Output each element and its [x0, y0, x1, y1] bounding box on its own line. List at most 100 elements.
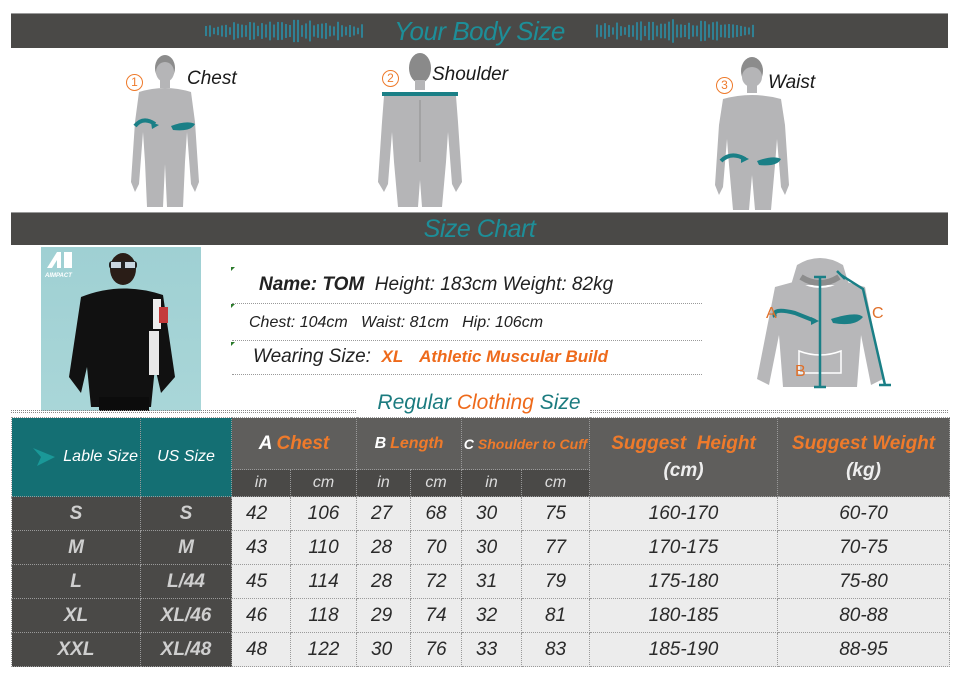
shoulder-in-cell: 30 [461, 530, 523, 565]
bullet-marker [231, 267, 235, 271]
chest-cm-cell: 114 [290, 564, 357, 599]
shoulder-in-cell: 31 [461, 564, 523, 599]
header-weight: Suggest Weight (kg) [777, 417, 951, 497]
chest-cm-cell: 122 [290, 632, 357, 667]
chest-cm-cell: 106 [290, 496, 357, 531]
waveform-icon [596, 19, 754, 43]
shoulder-letter: C [463, 435, 474, 452]
divider [232, 303, 702, 304]
suggest-height-cell: 180-185 [589, 598, 779, 633]
label-size-text: Lable Size [63, 448, 138, 466]
shoulder-cm-cell: 77 [521, 530, 591, 565]
hoodie-icon [757, 258, 891, 389]
diagram-label-c: C [872, 305, 884, 322]
size-label-cell: L [11, 564, 141, 599]
chest-cm-cell: 110 [290, 530, 357, 565]
length-letter: B [374, 434, 387, 452]
height-weight: Height: 183cm Weight: 82kg [374, 274, 614, 295]
diagram-label-a: A [766, 305, 777, 322]
unit-cm: cm [521, 469, 591, 497]
shoulder-label: Shoulder [432, 64, 509, 85]
suggest-weight-cell: 75-80 [777, 564, 951, 599]
shoulder-in-cell: 33 [461, 632, 523, 667]
size-label-cell: XXL [11, 632, 141, 667]
subheading-regular: Regular [377, 391, 451, 414]
height-unit: (cm) [663, 460, 704, 481]
bullet-marker [231, 342, 235, 346]
diagram-label-b: B [795, 363, 806, 380]
table-row: M M 43 110 28 70 30 77 170-175 70-75 [11, 530, 951, 565]
divider [232, 340, 702, 341]
suggest-height-cell: 175-180 [589, 564, 779, 599]
subheading-size: Size [539, 391, 581, 414]
unit-in: in [231, 469, 291, 497]
arrow-icon [33, 448, 56, 466]
weight-text: Suggest Weight [791, 433, 936, 454]
weight-unit: (kg) [846, 460, 881, 481]
header-height: Suggest Height (cm) [589, 417, 779, 497]
us-size-cell: M [140, 530, 232, 565]
length-in-cell: 28 [356, 530, 411, 565]
unit-cm: cm [290, 469, 357, 497]
model-name: TOM [322, 274, 365, 295]
wearing-size-line: Wearing Size: XL Athletic Muscular Build [253, 346, 608, 368]
length-cm-cell: 74 [409, 598, 463, 633]
chest-in-cell: 45 [231, 564, 291, 599]
shoulder-in-cell: 30 [461, 496, 523, 531]
size-chart-title: Size Chart [423, 214, 536, 243]
model-measurements: Chest: 104cm Waist: 81cm Hip: 106cm [249, 314, 544, 331]
suggest-weight-cell: 88-95 [777, 632, 951, 667]
shoulder-text: Shoulder to Cuff [477, 435, 588, 452]
suggest-height-cell: 185-190 [589, 632, 779, 667]
shoulder-in-cell: 32 [461, 598, 523, 633]
chest-in-cell: 48 [231, 632, 291, 667]
chest-letter: A [258, 432, 273, 454]
build-type: Athletic Muscular Build [419, 347, 608, 366]
length-text: Length [390, 434, 444, 452]
shoulder-measure-figure: 2 Shoulder [370, 52, 530, 210]
header-chest: A Chest [231, 417, 357, 470]
us-size-cell: XL/46 [140, 598, 232, 633]
waveform-icon [205, 19, 363, 43]
suggest-height-cell: 160-170 [589, 496, 779, 531]
length-in-cell: 29 [356, 598, 411, 633]
badge-2: 2 [382, 70, 399, 87]
size-label-cell: S [11, 496, 141, 531]
length-cm-cell: 72 [409, 564, 463, 599]
suggest-weight-cell: 60-70 [777, 496, 951, 531]
length-in-cell: 27 [356, 496, 411, 531]
length-cm-cell: 76 [409, 632, 463, 667]
table-row: XL XL/46 46 118 29 74 32 81 180-185 80-88 [11, 598, 951, 633]
size-label-cell: M [11, 530, 141, 565]
header-us-size: US Size [140, 417, 232, 497]
us-size-cell: XL/48 [140, 632, 232, 667]
waist-measure-figure: 3 Waist [705, 55, 855, 213]
suggest-height-cell: 170-175 [589, 530, 779, 565]
wearing-label: Wearing Size: [253, 346, 371, 367]
regular-clothing-size-heading: Regular Clothing Size [0, 391, 958, 415]
size-label-cell: XL [11, 598, 141, 633]
length-cm-cell: 70 [409, 530, 463, 565]
unit-in: in [461, 469, 523, 497]
header-length: B Length [355, 417, 463, 470]
badge-3: 3 [716, 77, 733, 94]
table-row: L L/44 45 114 28 72 31 79 175-180 75-80 [11, 564, 951, 599]
length-cm-cell: 68 [409, 496, 463, 531]
us-size-cell: L/44 [140, 564, 232, 599]
unit-in: in [356, 469, 411, 497]
height-text: Suggest Height [611, 433, 756, 454]
table-row: XXL XL/48 48 122 30 76 33 83 185-190 88-95 [11, 632, 951, 667]
size-chart-banner: Size Chart [11, 212, 948, 245]
name-label: Name: [259, 274, 318, 295]
divider [232, 374, 702, 375]
shoulder-cm-cell: 75 [521, 496, 591, 531]
unit-cm: cm [409, 469, 463, 497]
chest-label: Chest [187, 68, 237, 89]
waist-label: Waist [768, 72, 816, 93]
chest-in-cell: 42 [231, 496, 291, 531]
size-table: Lable Size US Size A Chest B Length C Shoul… [11, 417, 951, 667]
chest-in-cell: 46 [231, 598, 291, 633]
hoodie-diagram: A B C [745, 255, 895, 395]
shoulder-cm-cell: 81 [521, 598, 591, 633]
model-figure [69, 253, 175, 411]
